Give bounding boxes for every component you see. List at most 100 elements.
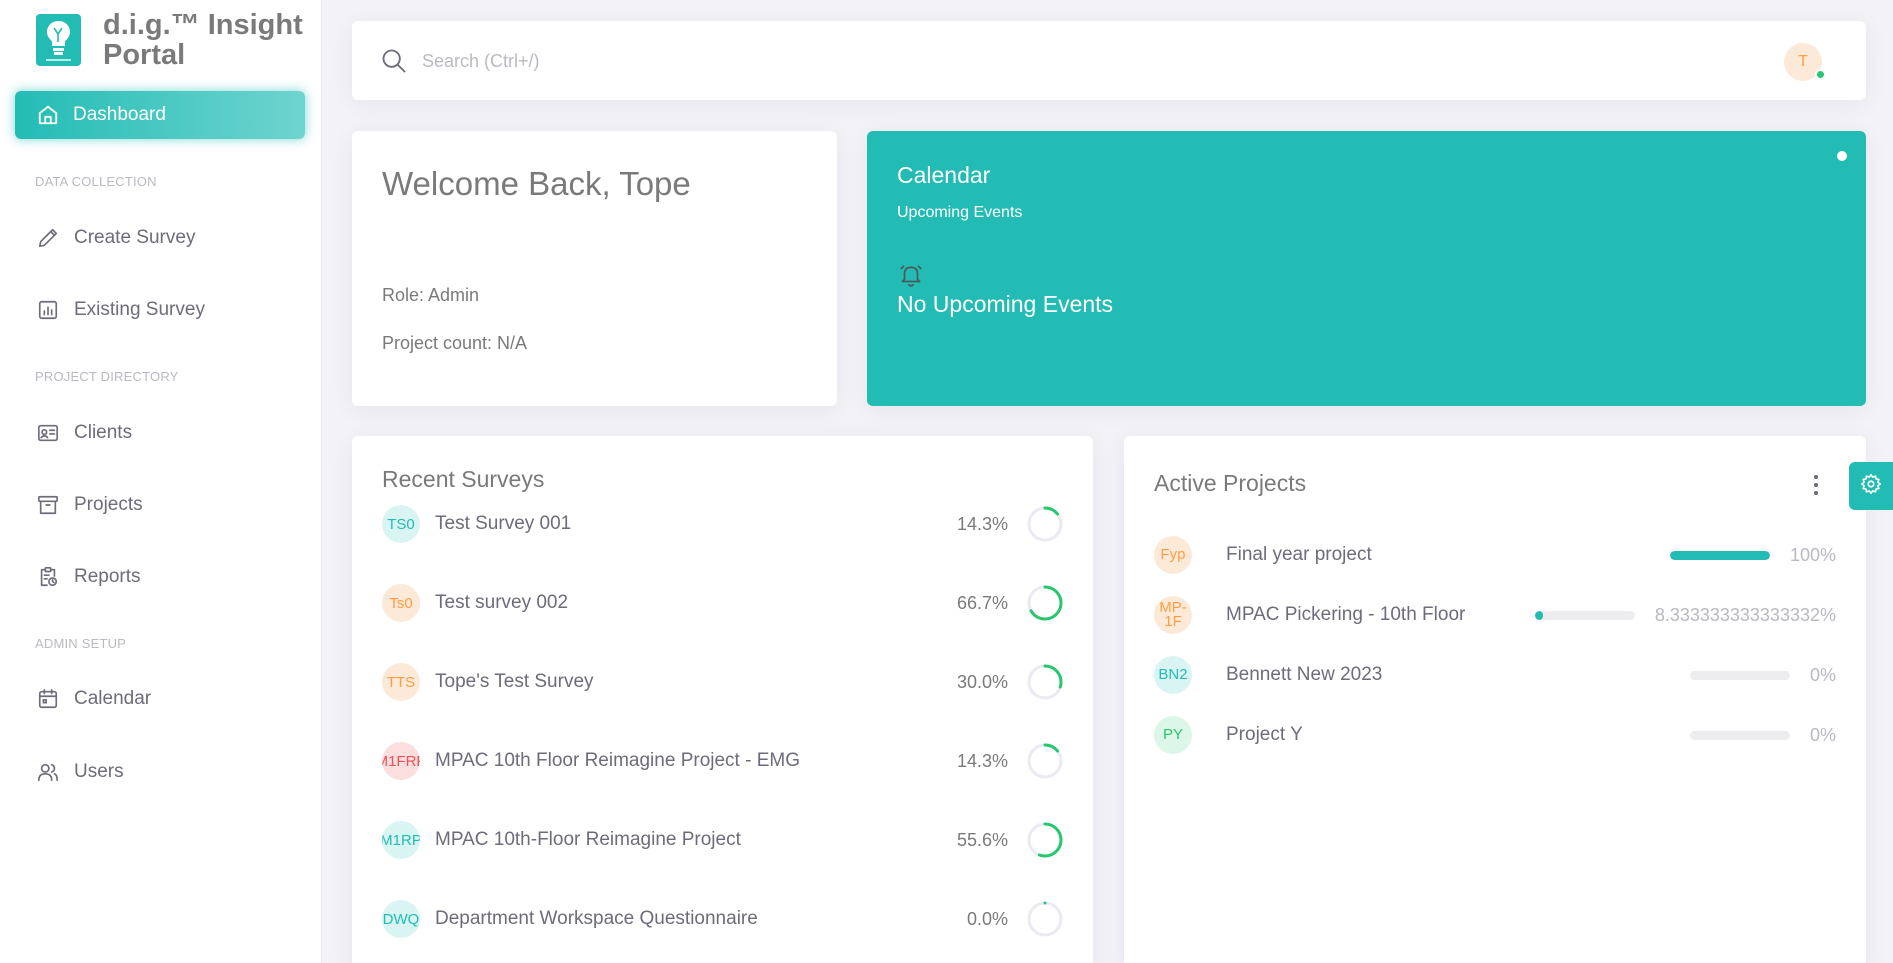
survey-percent: 66.7%: [956, 592, 1008, 613]
section-label-admin-setup: ADMIN SETUP: [35, 636, 127, 651]
sidebar-item-clients[interactable]: Clients: [36, 421, 132, 445]
home-icon: [37, 104, 59, 126]
project-progress-fill: [1534, 610, 1544, 620]
sidebar-item-reports[interactable]: Reports: [36, 565, 141, 589]
project-count: Project count: N/A: [382, 333, 528, 353]
survey-progress-ring: [1027, 585, 1063, 621]
project-name[interactable]: Project Y: [1226, 724, 1690, 746]
sidebar-item-label: Dashboard: [73, 104, 166, 125]
calendar-card: Calendar Upcoming Events No Upcoming Eve…: [867, 131, 1866, 406]
survey-progress-ring: [1027, 822, 1063, 858]
calendar-icon: [36, 687, 60, 711]
brand[interactable]: d.i.g.™ Insight Portal: [36, 10, 303, 70]
more-vertical-icon[interactable]: [1812, 473, 1820, 502]
project-progress-bar: [1534, 610, 1635, 620]
survey-name[interactable]: MPAC 10th-Floor Reimagine Project: [435, 829, 928, 851]
survey-row[interactable]: M1RP MPAC 10th-Floor Reimagine Project 55.…: [382, 820, 1064, 860]
calendar-empty-message: No Upcoming Events: [897, 291, 1114, 317]
survey-progress-ring: [1027, 664, 1063, 700]
survey-row[interactable]: TTS Tope's Test Survey 30.0%: [382, 662, 1064, 702]
section-label-data-collection: DATA COLLECTION: [35, 174, 157, 189]
online-status-dot: [1815, 69, 1826, 80]
sidebar-item-create-survey[interactable]: Create Survey: [36, 226, 195, 250]
project-avatar: MP-1F: [1154, 596, 1192, 634]
sidebar-item-projects[interactable]: Projects: [36, 493, 143, 517]
survey-percent: 30.0%: [956, 671, 1008, 692]
survey-avatar: Ts0: [382, 584, 420, 622]
sidebar: d.i.g.™ Insight Portal Dashboard DATA CO…: [0, 0, 322, 963]
survey-avatar: M1RP: [382, 821, 420, 859]
project-progress-bar: [1689, 670, 1790, 680]
sidebar-item-calendar[interactable]: Calendar: [36, 687, 151, 711]
sidebar-item-existing-survey[interactable]: Existing Survey: [36, 298, 205, 322]
sidebar-item-label: Create Survey: [74, 227, 196, 248]
gear-icon: [1860, 473, 1882, 500]
active-projects-title: Active Projects: [1154, 470, 1307, 496]
survey-progress-ring: [1027, 743, 1063, 779]
clipboard-clock-icon: [36, 565, 60, 589]
project-avatar: Fyp: [1154, 536, 1192, 574]
calendar-indicator-dot: [1837, 151, 1847, 161]
project-name[interactable]: Final year project: [1226, 544, 1670, 566]
project-row[interactable]: MP-1F MPAC Pickering - 10th Floor 8.333333…: [1154, 595, 1836, 635]
survey-name[interactable]: Test Survey 001: [435, 513, 928, 535]
survey-row[interactable]: M1FRP MPAC 10th Floor Reimagine Project -…: [382, 741, 1064, 781]
survey-avatar: M1FRP: [382, 742, 420, 780]
sidebar-item-label: Clients: [74, 422, 133, 443]
welcome-title: Welcome Back, Tope: [382, 165, 691, 202]
section-label-project-directory: PROJECT DIRECTORY: [35, 369, 179, 384]
project-name[interactable]: MPAC Pickering - 10th Floor: [1226, 604, 1535, 626]
survey-name[interactable]: MPAC 10th Floor Reimagine Project - EMG: [435, 750, 928, 772]
survey-progress-ring: [1027, 506, 1063, 542]
survey-name[interactable]: Test survey 002: [435, 592, 928, 614]
archive-icon: [36, 493, 60, 517]
project-percent: 8.333333333333332%: [1654, 604, 1836, 625]
active-projects-card: Active Projects Fyp Final year project 100…: [1124, 436, 1866, 963]
survey-percent: 0.0%: [966, 908, 1008, 929]
survey-percent: 14.3%: [956, 513, 1008, 534]
survey-avatar: TS0: [382, 505, 420, 543]
survey-row[interactable]: Ts0 Test survey 002 66.7%: [382, 583, 1064, 623]
sidebar-item-dashboard[interactable]: Dashboard: [15, 91, 305, 139]
survey-percent: 14.3%: [956, 750, 1008, 771]
survey-name[interactable]: Tope's Test Survey: [435, 671, 928, 693]
sidebar-item-label: Reports: [74, 566, 141, 587]
brand-logo-icon: [36, 14, 81, 66]
sidebar-item-users[interactable]: Users: [36, 760, 124, 784]
calendar-subtitle: Upcoming Events: [897, 204, 1023, 221]
recent-surveys-card: Recent Surveys TS0 Test Survey 001 14.3% Ts…: [352, 436, 1093, 963]
project-progress-bar: [1669, 550, 1770, 560]
project-name[interactable]: Bennett New 2023: [1226, 664, 1690, 686]
project-avatar: BN2: [1154, 656, 1192, 694]
customizer-toggle-button[interactable]: [1849, 462, 1893, 510]
survey-percent: 55.6%: [956, 829, 1008, 850]
recent-surveys-title: Recent Surveys: [382, 466, 545, 492]
project-row[interactable]: PY Project Y 0%: [1154, 715, 1836, 755]
pencil-icon: [36, 226, 60, 250]
survey-avatar: TTS: [382, 663, 420, 701]
sidebar-item-label: Users: [74, 761, 124, 782]
survey-avatar: DWQ: [382, 900, 420, 938]
welcome-card: Welcome Back, Tope Role: Admin Project c…: [352, 131, 837, 406]
bell-icon: [897, 262, 925, 293]
project-row[interactable]: BN2 Bennett New 2023 0%: [1154, 655, 1836, 695]
survey-progress-ring: [1027, 901, 1063, 937]
survey-row[interactable]: DWQ Department Workspace Questionnaire 0.0…: [382, 899, 1064, 939]
search-icon[interactable]: [380, 47, 408, 80]
bar-chart-icon: [36, 298, 60, 322]
project-row[interactable]: Fyp Final year project 100%: [1154, 535, 1836, 575]
sidebar-item-label: Calendar: [74, 688, 152, 709]
users-icon: [36, 760, 60, 784]
project-percent: 0%: [1809, 664, 1836, 685]
survey-row[interactable]: TS0 Test Survey 001 14.3%: [382, 504, 1064, 544]
project-avatar: PY: [1154, 716, 1192, 754]
brand-title: d.i.g.™ Insight Portal: [103, 9, 303, 71]
project-progress-fill: [1669, 550, 1770, 560]
project-progress-bar: [1689, 730, 1790, 740]
id-card-icon: [36, 421, 60, 445]
survey-name[interactable]: Department Workspace Questionnaire: [435, 908, 928, 930]
user-role: Role: Admin: [382, 285, 480, 305]
topbar: T: [352, 21, 1866, 100]
sidebar-item-label: Existing Survey: [74, 299, 205, 320]
search-input[interactable]: [422, 41, 1022, 81]
